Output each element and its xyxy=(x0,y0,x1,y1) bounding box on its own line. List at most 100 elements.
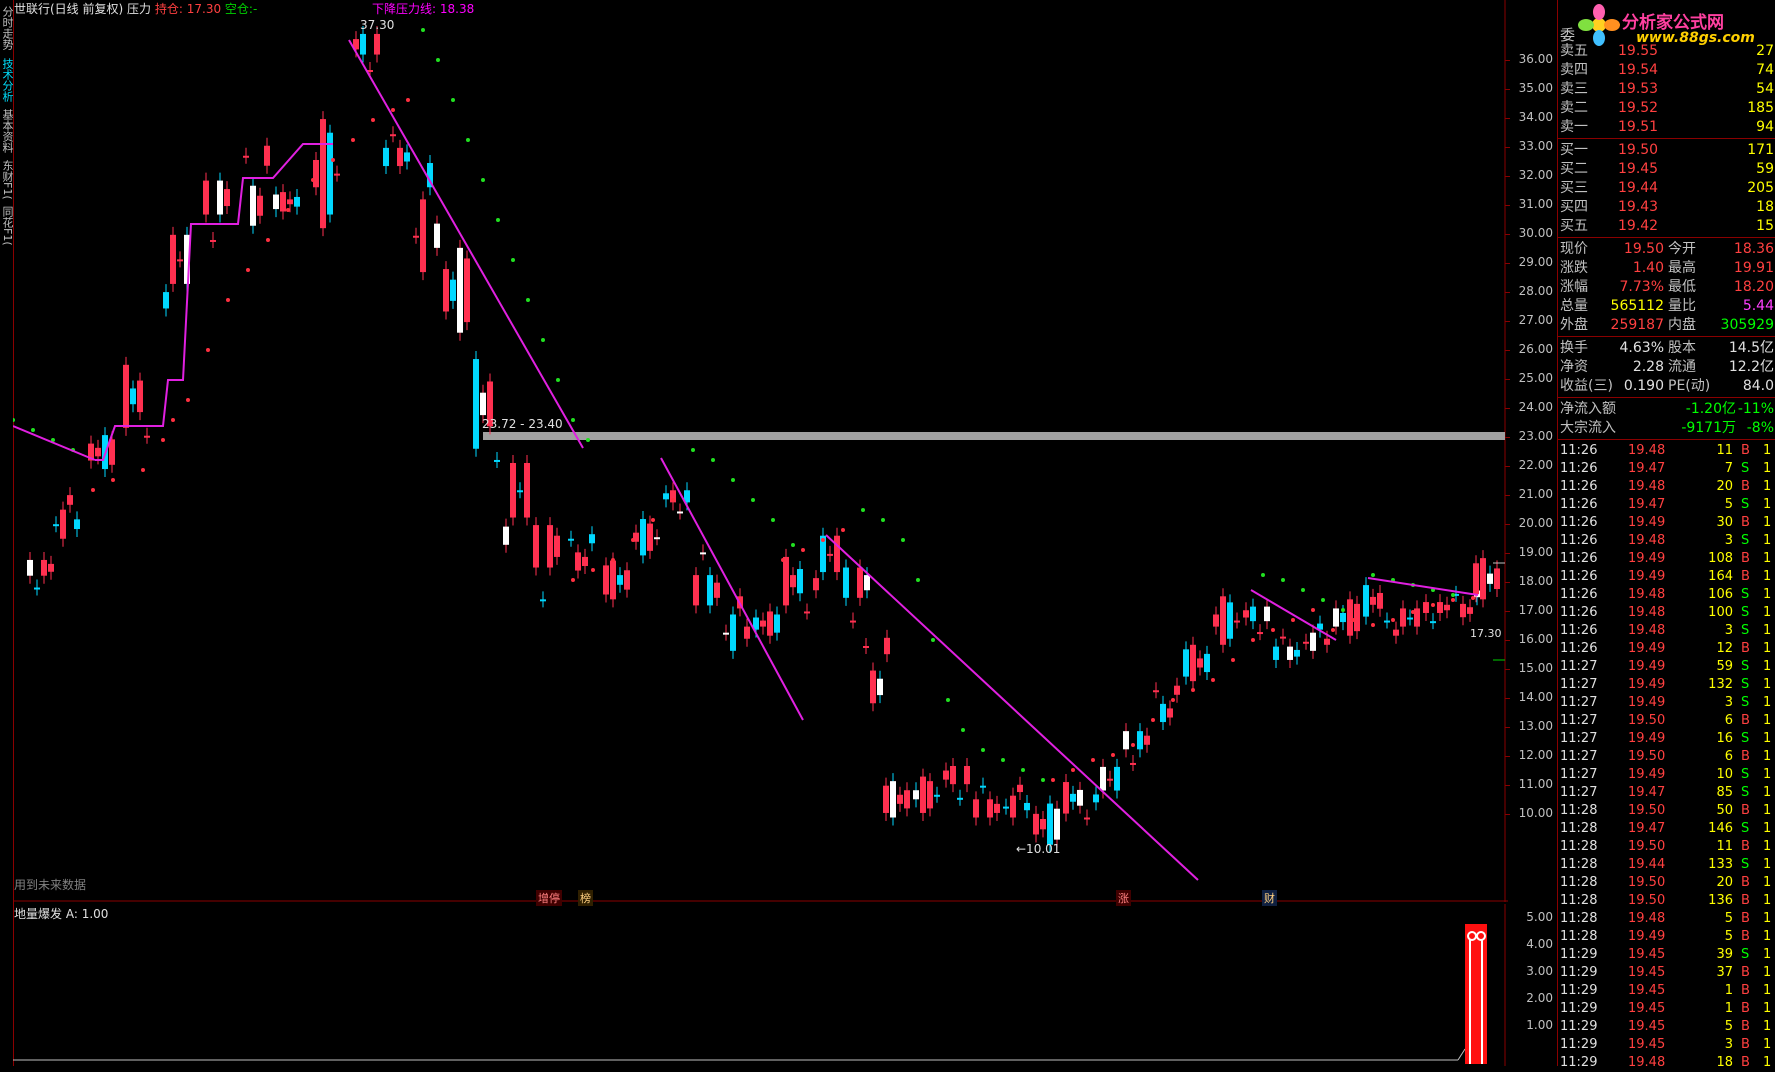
sar-dot xyxy=(1311,608,1315,612)
price-tick: 19.00 xyxy=(1518,545,1553,559)
tick-row: 11:29 19.48 18 B 1 xyxy=(1560,1055,1772,1070)
sar-dot xyxy=(1071,768,1075,772)
order-book-sell-row[interactable]: 卖三 19.53 54 xyxy=(1558,80,1775,99)
sar-dot xyxy=(1291,618,1295,622)
sar-dot xyxy=(1001,758,1005,762)
candle xyxy=(123,364,129,428)
empty-label: 空仓: xyxy=(224,2,253,16)
resistance-band xyxy=(483,432,1505,440)
order-book-sell-row[interactable]: 卖四 19.54 74 xyxy=(1558,61,1775,80)
order-book-buy-row[interactable]: 买一 19.50 171 xyxy=(1558,141,1775,160)
sar-dot xyxy=(206,348,210,352)
sar-dot xyxy=(611,558,615,562)
candle xyxy=(1123,731,1129,750)
sar-dot xyxy=(406,98,410,102)
candle xyxy=(973,799,979,818)
volume-indicator-chart[interactable] xyxy=(13,904,1508,1066)
fundamental-row: 换手 4.63% 股本 14.5亿 xyxy=(1560,340,1774,356)
candle xyxy=(1197,658,1203,668)
tab-eastmoney[interactable]: 东财F1( xyxy=(0,160,14,200)
candle xyxy=(1280,636,1286,639)
candle xyxy=(1437,602,1443,613)
order-book-sell-row[interactable]: 卖二 19.52 185 xyxy=(1558,99,1775,118)
price-tick: 34.00 xyxy=(1518,110,1553,124)
sar-dot xyxy=(841,528,845,532)
sar-dot xyxy=(1151,718,1155,722)
candle xyxy=(1093,794,1099,803)
candle xyxy=(870,670,876,704)
candle xyxy=(464,258,470,323)
candle xyxy=(1213,614,1219,627)
candle xyxy=(904,790,910,809)
candle xyxy=(443,269,449,312)
tab-fundamentals[interactable]: 基本资料 xyxy=(0,108,14,154)
candle xyxy=(1354,603,1360,632)
tick-row: 11:28 19.47 146 S 1 xyxy=(1560,821,1772,836)
sar-dot xyxy=(1041,778,1045,782)
order-book-buy-row[interactable]: 买四 19.43 18 xyxy=(1558,198,1775,217)
candle xyxy=(1003,806,1009,809)
tab-intraday[interactable]: 分时走势 xyxy=(0,2,14,54)
sar-dot xyxy=(691,448,695,452)
sar-dot xyxy=(496,218,500,222)
candle xyxy=(834,535,840,573)
downtrend-line-1 xyxy=(348,39,584,449)
tick-row: 11:26 19.49 12 B 1 xyxy=(1560,641,1772,656)
candle xyxy=(41,559,47,576)
sar-dot xyxy=(1471,596,1475,600)
tick-row: 11:26 19.48 100 S 1 xyxy=(1560,605,1772,620)
candle xyxy=(67,495,73,505)
candle xyxy=(1010,795,1016,818)
candle xyxy=(1363,585,1369,617)
candle xyxy=(883,785,889,813)
sar-dot xyxy=(791,543,795,547)
candle xyxy=(617,575,623,585)
candle xyxy=(730,614,736,651)
tick-row: 11:28 19.50 20 B 1 xyxy=(1560,875,1772,890)
order-book-buy-row[interactable]: 买三 19.44 205 xyxy=(1558,179,1775,198)
sar-dot xyxy=(266,238,270,242)
sar-dot xyxy=(161,438,165,442)
price-tick: 26.00 xyxy=(1518,342,1553,356)
sar-dot xyxy=(1271,628,1275,632)
tick-row: 11:26 19.48 3 S 1 xyxy=(1560,623,1772,638)
price-tick: 15.00 xyxy=(1518,661,1553,675)
order-book-sell-row[interactable]: 卖五 19.55 27 xyxy=(1558,42,1775,61)
candle xyxy=(693,575,699,606)
tick-row: 11:26 19.47 5 S 1 xyxy=(1560,497,1772,512)
price-tick: 23.00 xyxy=(1518,429,1553,443)
candle xyxy=(1340,612,1346,623)
order-book-sell-row[interactable]: 卖一 19.51 94 xyxy=(1558,118,1775,137)
candle xyxy=(170,234,176,284)
order-book-buy-row[interactable]: 买二 19.45 59 xyxy=(1558,160,1775,179)
candle xyxy=(1137,731,1143,750)
sar-dot xyxy=(1131,743,1135,747)
price-tick: 27.00 xyxy=(1518,313,1553,327)
tick-row: 11:26 19.49 164 B 1 xyxy=(1560,569,1772,584)
candle xyxy=(850,620,856,623)
tick-row: 11:28 19.50 11 B 1 xyxy=(1560,839,1772,854)
order-book-buy-row[interactable]: 买五 19.42 15 xyxy=(1558,217,1775,236)
quote-panel: 分析家公式网 www.88gs.com 委 卖五 19.55 27 卖四 19.… xyxy=(1557,0,1775,1070)
sar-dot xyxy=(981,748,985,752)
price-tick: 25.00 xyxy=(1518,371,1553,385)
tick-row: 11:26 19.49 30 B 1 xyxy=(1560,515,1772,530)
tick-row: 11:28 19.49 5 B 1 xyxy=(1560,929,1772,944)
quote-row: 涨跌 1.40 最高 19.91 xyxy=(1560,260,1774,276)
tab-tonghuashun[interactable]: 同花F1( xyxy=(0,205,14,247)
candle xyxy=(790,575,796,588)
hold-label: 持仓: xyxy=(154,2,183,16)
sar-dot xyxy=(351,138,355,142)
quote-row: 涨幅 7.73% 最低 18.20 xyxy=(1560,279,1774,295)
kline-chart[interactable] xyxy=(13,0,1508,902)
candle xyxy=(575,552,581,571)
candle xyxy=(857,567,863,598)
tab-technical[interactable]: 技术分析 xyxy=(0,58,14,102)
candle xyxy=(864,575,870,591)
future-data-note: 用到未来数据 xyxy=(14,878,87,892)
candle xyxy=(224,189,230,207)
candle xyxy=(707,575,713,606)
sar-dot xyxy=(1231,658,1235,662)
candle xyxy=(1017,784,1023,793)
candle xyxy=(1070,793,1076,802)
